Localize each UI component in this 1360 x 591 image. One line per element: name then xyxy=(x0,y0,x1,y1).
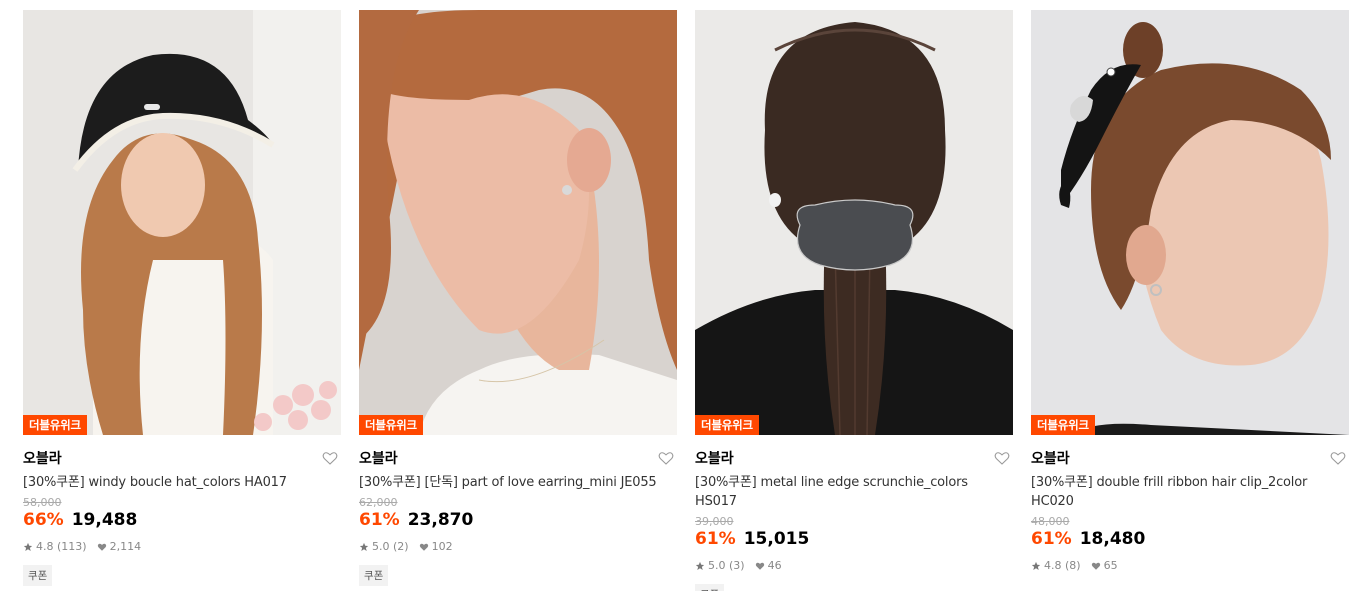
rating: 5.0 (3) xyxy=(695,559,745,572)
heart-outline-icon[interactable] xyxy=(1329,449,1347,467)
product-image[interactable]: 더블유위크 xyxy=(695,10,1013,435)
likes: 65 xyxy=(1091,559,1118,572)
rating: 5.0 (2) xyxy=(359,540,409,553)
product-image[interactable]: 더블유위크 xyxy=(1031,10,1349,435)
coupon-tag: 쿠폰 xyxy=(695,584,725,591)
rating: 4.8 (113) xyxy=(23,540,87,553)
promo-badge: 더블유위크 xyxy=(23,415,87,435)
brand-name[interactable]: 오블라 xyxy=(695,448,734,468)
original-price: 62,000 xyxy=(359,496,398,509)
rating-text: 5.0 (2) xyxy=(372,540,409,553)
heart-outline-icon[interactable] xyxy=(993,449,1011,467)
discount-rate: 61% xyxy=(695,529,736,549)
product-name[interactable]: [30%쿠폰] [단독] part of love earring_mini J… xyxy=(359,473,677,492)
star-icon xyxy=(1031,561,1041,570)
heart-filled-icon xyxy=(1091,562,1100,570)
rating-text: 4.8 (113) xyxy=(36,540,87,553)
heart-outline-icon[interactable] xyxy=(657,449,675,467)
product-card[interactable]: 더블유위크 오블라 [30%쿠폰] metal line edge scrunc… xyxy=(695,10,1013,591)
promo-badge: 더블유위크 xyxy=(1031,415,1095,435)
sale-price: 23,870 xyxy=(407,510,474,530)
likes: 2,114 xyxy=(97,540,142,553)
likes-count: 102 xyxy=(431,540,453,553)
sale-price: 19,488 xyxy=(71,510,138,530)
likes-count: 65 xyxy=(1103,559,1118,572)
original-price: 58,000 xyxy=(23,496,62,509)
discount-rate: 66% xyxy=(23,510,64,530)
original-price: 48,000 xyxy=(1031,515,1070,528)
product-card[interactable]: 더블유위크 오블라 [30%쿠폰] windy boucle hat_color… xyxy=(23,10,341,586)
product-grid: 더블유위크 오블라 [30%쿠폰] windy boucle hat_color… xyxy=(0,0,1360,591)
rating: 4.8 (8) xyxy=(1031,559,1081,572)
discount-rate: 61% xyxy=(1031,529,1072,549)
likes: 102 xyxy=(419,540,453,553)
promo-badge: 더블유위크 xyxy=(695,415,759,435)
product-name[interactable]: [30%쿠폰] windy boucle hat_colors HA017 xyxy=(23,473,341,492)
likes-count: 2,114 xyxy=(109,540,142,553)
coupon-tag: 쿠폰 xyxy=(23,565,53,586)
likes: 46 xyxy=(755,559,782,572)
product-name[interactable]: [30%쿠폰] metal line edge scrunchie_colors… xyxy=(695,473,1013,511)
heart-filled-icon xyxy=(97,543,106,551)
original-price: 39,000 xyxy=(695,515,734,528)
heart-filled-icon xyxy=(419,543,428,551)
star-icon xyxy=(695,561,705,570)
star-icon xyxy=(23,542,33,551)
rating-text: 5.0 (3) xyxy=(708,559,745,572)
product-image[interactable]: 더블유위크 xyxy=(359,10,677,435)
product-name[interactable]: [30%쿠폰] double frill ribbon hair clip_2c… xyxy=(1031,473,1349,511)
promo-badge: 더블유위크 xyxy=(359,415,423,435)
sale-price: 15,015 xyxy=(743,529,810,549)
brand-name[interactable]: 오블라 xyxy=(1031,448,1070,468)
rating-text: 4.8 (8) xyxy=(1044,559,1081,572)
star-icon xyxy=(359,542,369,551)
brand-name[interactable]: 오블라 xyxy=(359,448,398,468)
sale-price: 18,480 xyxy=(1079,529,1146,549)
product-card[interactable]: 더블유위크 오블라 [30%쿠폰] double frill ribbon ha… xyxy=(1031,10,1349,572)
coupon-tag: 쿠폰 xyxy=(359,565,389,586)
likes-count: 46 xyxy=(767,559,782,572)
product-card[interactable]: 더블유위크 오블라 [30%쿠폰] [단독] part of love earr… xyxy=(359,10,677,586)
heart-filled-icon xyxy=(755,562,764,570)
brand-name[interactable]: 오블라 xyxy=(23,448,62,468)
product-image[interactable]: 더블유위크 xyxy=(23,10,341,435)
discount-rate: 61% xyxy=(359,510,400,530)
heart-outline-icon[interactable] xyxy=(321,449,339,467)
